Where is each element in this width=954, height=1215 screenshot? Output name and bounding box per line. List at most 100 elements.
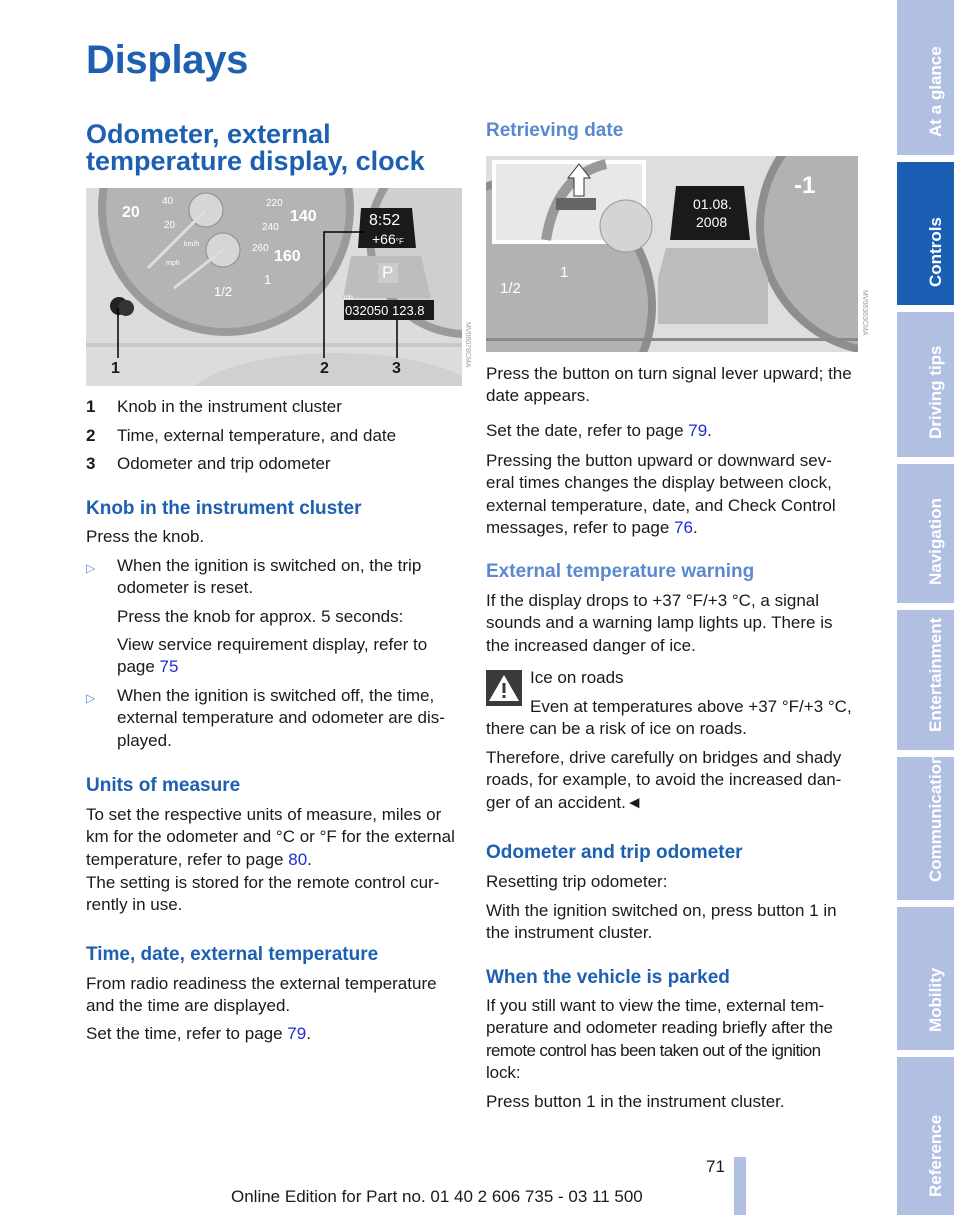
figure-legend: 1 Knob in the instrument cluster 2 Time, e… [86,396,466,475]
knob-sub-1: Press the knob for approx. 5 seconds: [117,607,404,626]
gauge-label: 240 [262,222,279,233]
knob-bullet-1: ▷ When the ignition is switched on, the … [86,555,466,600]
temperature-unit: °F [395,237,404,246]
legend-text: Odometer and trip odometer [117,454,331,473]
section-title: Odometer, external temperature display, … [86,119,425,176]
tab-label: Communication [925,753,945,882]
date-display-figure: 01.08. 2008 -1 1/2 1 [486,156,858,352]
odometer-para-2: With the ignition switched on, press but… [486,900,837,945]
gear-indicator: P [382,263,394,282]
odometer-para-1: Resetting trip odometer: [486,872,668,891]
page-number: 71 [706,1157,725,1176]
timedate-para-1: From radio readiness the external temper… [86,973,437,1018]
temp-warning-para: If the display drops to +37 °F/+3 °C, a … [486,590,833,657]
text-line: View service requirement display, refer … [117,635,428,654]
text-line: rently in use. [86,895,183,915]
gauge-label: 1/2 [214,284,233,299]
text-line: odometer is reset. [117,578,254,598]
text-line: roads, for example, to avoid the increas… [486,770,842,790]
bullet-triangle-icon: ▷ [86,561,96,575]
callout-3: 3 [392,360,401,377]
tab-mobility[interactable]: Mobility [897,907,954,1050]
text-line: external temperature, date, and Check Co… [486,495,836,515]
knob-sub-2: View service requirement display, refer … [117,634,427,679]
gauge-label: 40 [162,196,174,207]
retrieving-heading: Retrieving date [486,120,624,141]
retrieving-para-3: Pressing the button upward or downward s… [486,451,836,538]
tab-navigation[interactable]: Navigation [897,464,954,603]
text-line: external temperature and odometer are di… [117,708,445,728]
text-line: The setting is stored for the remote con… [86,873,440,892]
text-line: When the ignition is switched off, the t… [117,686,435,705]
edition-footer: Online Edition for Part no. 01 40 2 606 … [231,1187,643,1206]
text-line: Press the button on turn signal lever up… [486,364,852,383]
page-link-79[interactable]: 79 [688,421,707,440]
retrieving-para-2: Set the date, refer to page 79. [486,421,712,440]
bullet-triangle-icon: ▷ [86,691,96,705]
tab-entertainment[interactable]: Entertainment [897,610,954,750]
legend-item: 3 Odometer and trip odometer [86,453,466,475]
page-title: Displays [86,38,249,82]
gauge-label: mph [166,260,180,267]
timedate-para-2: Set the time, refer to page 79. [86,1024,311,1043]
date-line-2: 2008 [696,214,728,230]
clock-readout: 8:52 [369,212,401,229]
temp-warning-heading: External temperature warning [486,561,755,582]
text-line: To set the respective units of measure, … [86,805,442,824]
text-line: Therefore, drive carefully on bridges an… [486,748,842,767]
tab-reference[interactable]: Reference [897,1057,954,1215]
text-line: sounds and a warning lamp lights up. The… [486,613,833,633]
tab-label: Controls [925,217,945,287]
figure-code: MV06363CMA [861,290,868,336]
text-line: From radio readiness the external temper… [86,974,437,993]
text-line: When the ignition is switched on, the tr… [117,556,422,575]
page-link-75[interactable]: 75 [160,657,179,676]
parked-para-2: Press button 1 in the instrument cluster… [486,1092,785,1111]
text-line: ger of an accident.◄ [486,792,643,812]
tab-driving-tips[interactable]: Driving tips [897,312,954,457]
text-line: With the ignition switched on, press but… [486,901,837,920]
retrieving-para-1: Press the button on turn signal lever up… [486,363,852,408]
tab-controls[interactable]: Controls [897,162,954,305]
warning-triangle-icon [486,670,522,706]
callout-2: 2 [320,360,329,377]
text-line: temperature, refer to page [86,849,289,869]
text-line: the instrument cluster. [486,923,653,943]
tab-label: Entertainment [925,617,945,732]
callout-1: 1 [111,360,120,377]
text-line: and the time are displayed. [86,996,291,1016]
text-line: lock: [486,1063,521,1083]
odometer-readout: 032050 123.8 [345,303,425,318]
tab-label: Driving tips [925,345,945,439]
gauge-label: 1 [560,264,569,281]
knob-bullet-2: ▷ When the ignition is switched off, the… [86,685,466,752]
gauge-label: 20 [122,204,140,221]
legend-number: 1 [86,397,96,416]
knob-heading: Knob in the instrument cluster [86,498,362,519]
tab-at-a-glance[interactable]: At a glance [897,0,954,155]
text-line: page [117,657,160,677]
text-line: Set the time, refer to page [86,1024,288,1043]
units-para-2: The setting is stored for the remote con… [86,872,439,917]
tab-label: At a glance [925,46,945,137]
gauge-label: 20 [164,220,176,231]
page-link-79[interactable]: 79 [287,1024,306,1043]
temperature-readout: +66°F [372,231,404,247]
legend-item: 2 Time, external temperature, and date [86,425,466,454]
page-marker-bar [734,1157,746,1215]
temp-warning-para-2: Therefore, drive carefully on bridges an… [486,747,841,814]
figure-code: MV06078CMA [464,322,471,368]
units-para-1: To set the respective units of measure, … [86,805,455,869]
gauge-label: 260 [252,243,269,254]
warning-title: Ice on roads [530,668,624,687]
tab-communication[interactable]: Communication [897,753,954,900]
legend-number: 3 [86,454,96,473]
parked-heading: When the vehicle is parked [486,967,730,988]
text-line: the increased danger of ice. [486,635,696,655]
gauge-label: 1/2 [500,280,521,297]
page-link-76[interactable]: 76 [674,518,693,537]
text-line: played. [117,730,172,750]
page-link-80[interactable]: 80 [288,850,307,869]
text-line: km for the odometer and °C or °F for the… [86,827,455,847]
text-line: If the display drops to +37 °F/+3 °C, a … [486,591,820,610]
